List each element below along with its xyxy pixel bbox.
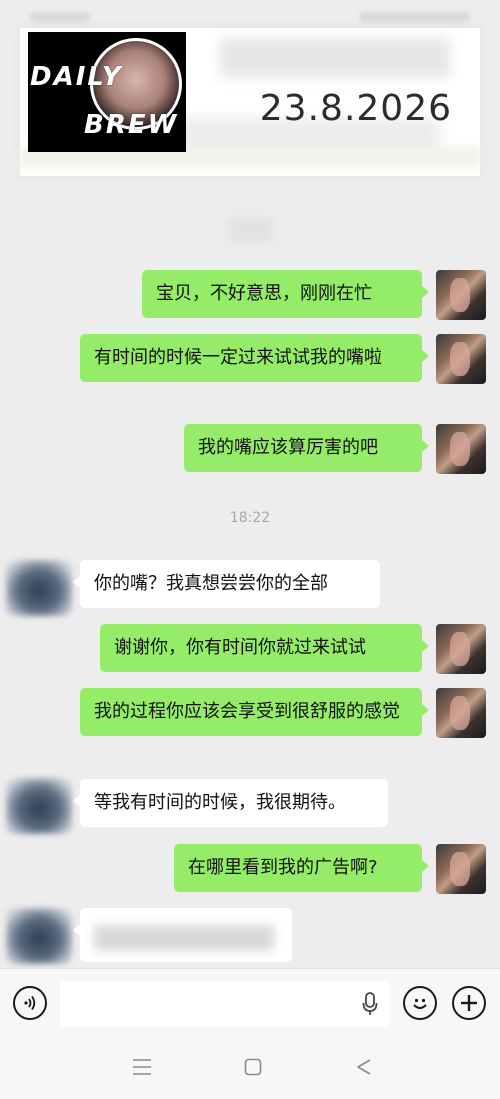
my-avatar[interactable] [436,270,486,320]
message-bubble-sent[interactable]: 宝贝，不好意思，刚刚在忙 [142,270,429,318]
message-text: 有时间的时候一定过来试试我的嘴啦 [94,347,382,368]
message-bubble-received[interactable]: 你的嘴？我真想尝尝你的全部 [73,560,380,608]
blurred-timestamp [228,218,273,242]
message-text: 我的嘴应该算厉害的吧 [198,437,378,458]
contact-avatar[interactable] [6,778,72,834]
message-bubble-sent[interactable]: 谢谢你，你有时间你就过来试试 [100,624,429,672]
back-icon[interactable] [355,1058,373,1076]
message-bubble-sent[interactable]: 我的过程你应该会享受到很舒服的感觉 [80,688,429,736]
message-bubble-sent[interactable]: 我的嘴应该算厉害的吧 [184,424,429,472]
voice-icon[interactable] [13,986,47,1020]
my-avatar[interactable] [436,624,486,674]
message-text: 你的嘴？我真想尝尝你的全部 [94,573,328,594]
message-text: 在哪里看到我的广告啊? [188,857,378,878]
watermark-banner: DAILY BREW 23.8.2026 [20,28,480,176]
message-text: 谢谢你，你有时间你就过来试试 [114,637,366,658]
logo-word-daily: DAILY [30,62,123,92]
menu-icon[interactable] [132,1058,152,1076]
message-bubble-sent[interactable]: 有时间的时候一定过来试试我的嘴啦 [80,334,429,382]
message-bubble-received[interactable]: 等我有时间的时候，我很期待。 [73,779,388,827]
plus-icon[interactable] [452,986,486,1020]
chat-input-bar [0,968,500,1032]
message-input[interactable] [60,981,390,1027]
my-avatar[interactable] [436,688,486,738]
status-bar [0,0,500,30]
system-nav-bar [0,1032,500,1099]
banner-date: 23.8.2026 [259,88,452,129]
logo-word-brew: BREW [84,110,179,140]
time-separator: 18:22 [229,510,271,526]
daily-brew-logo: DAILY BREW [28,32,186,152]
message-text: 我的过程你应该会享受到很舒服的感觉 [94,701,400,722]
microphone-icon[interactable] [362,992,378,1016]
my-avatar[interactable] [436,844,486,894]
message-text: 宝贝，不好意思，刚刚在忙 [156,283,372,304]
contact-avatar[interactable] [6,560,72,616]
my-avatar[interactable] [436,334,486,384]
blurred-message-text [94,925,274,951]
contact-avatar[interactable] [6,908,72,964]
status-bar-left-blurred [30,12,90,22]
message-bubble-sent[interactable]: 在哪里看到我的广告啊? [174,844,429,892]
emoji-icon[interactable] [403,986,437,1020]
my-avatar[interactable] [436,424,486,474]
home-icon[interactable] [244,1058,262,1076]
status-bar-right-blurred [360,12,470,22]
banner-blurred-area [220,38,450,78]
message-text: 等我有时间的时候，我很期待。 [94,792,346,813]
